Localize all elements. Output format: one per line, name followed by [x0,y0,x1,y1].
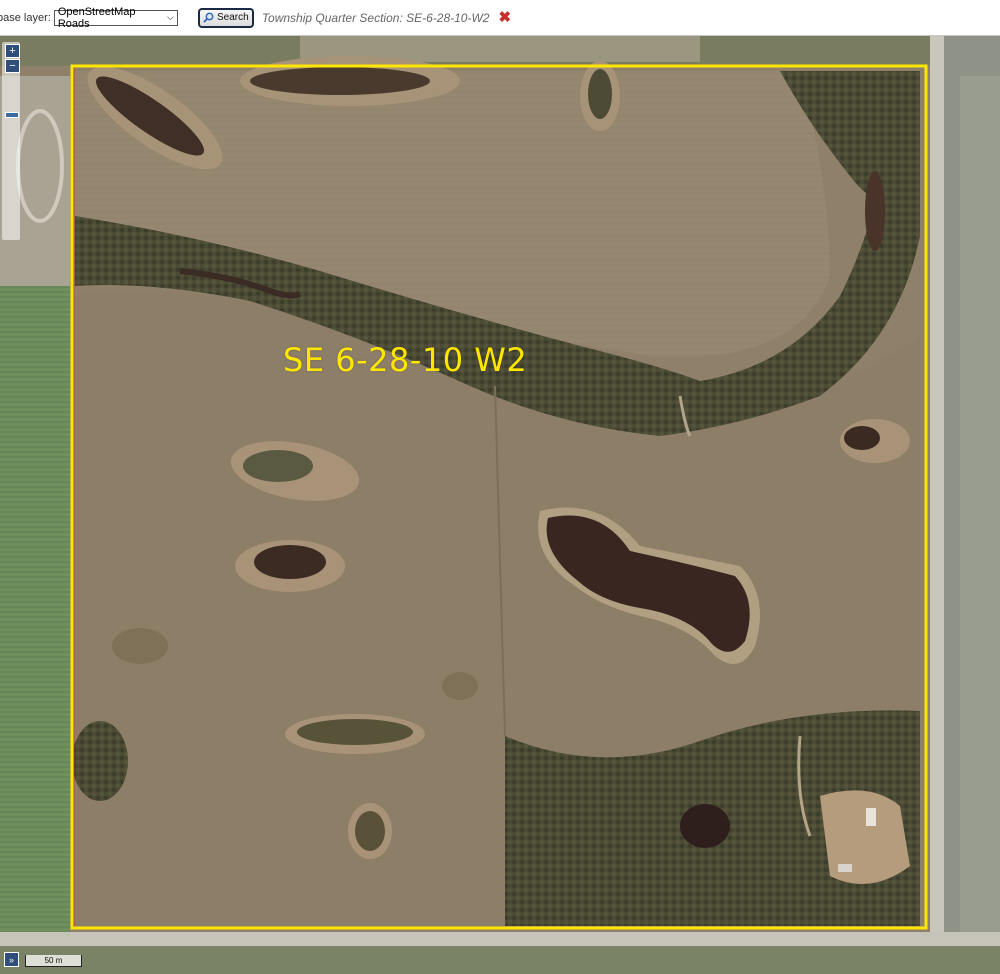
satellite-imagery [0,36,1000,974]
base-layer-select[interactable]: OpenStreetMap Roads ⌵ [53,6,178,30]
toolbar: base layer: OpenStreetMap Roads ⌵ Search… [0,0,1000,36]
chevron-down-icon: ⌵ [166,12,174,22]
scale-bar: 50 m [25,955,82,967]
township-quarter-section-text: Township Quarter Section: SE-6-28-10-W2 [261,10,490,25]
base-layer-value: OpenStreetMap Roads [57,5,136,30]
search-button-label: Search [216,12,249,23]
green-field-left [0,286,70,946]
search-button[interactable]: Search [197,7,254,28]
zoom-out-button[interactable]: − [5,59,20,73]
zoom-bar: + − [2,42,20,240]
expand-overview-button[interactable]: » [4,952,19,967]
close-icon[interactable]: ✖ [498,10,511,25]
zoom-slider-handle[interactable] [5,112,19,118]
parcel-label: SE 6-28-10 W2 [283,341,528,379]
zoom-in-button[interactable]: + [5,44,20,58]
search-icon [203,12,214,23]
base-layer-label: base layer: [0,11,51,24]
map-view[interactable]: SE 6-28-10 W2 + − » 50 m [0,36,1000,974]
